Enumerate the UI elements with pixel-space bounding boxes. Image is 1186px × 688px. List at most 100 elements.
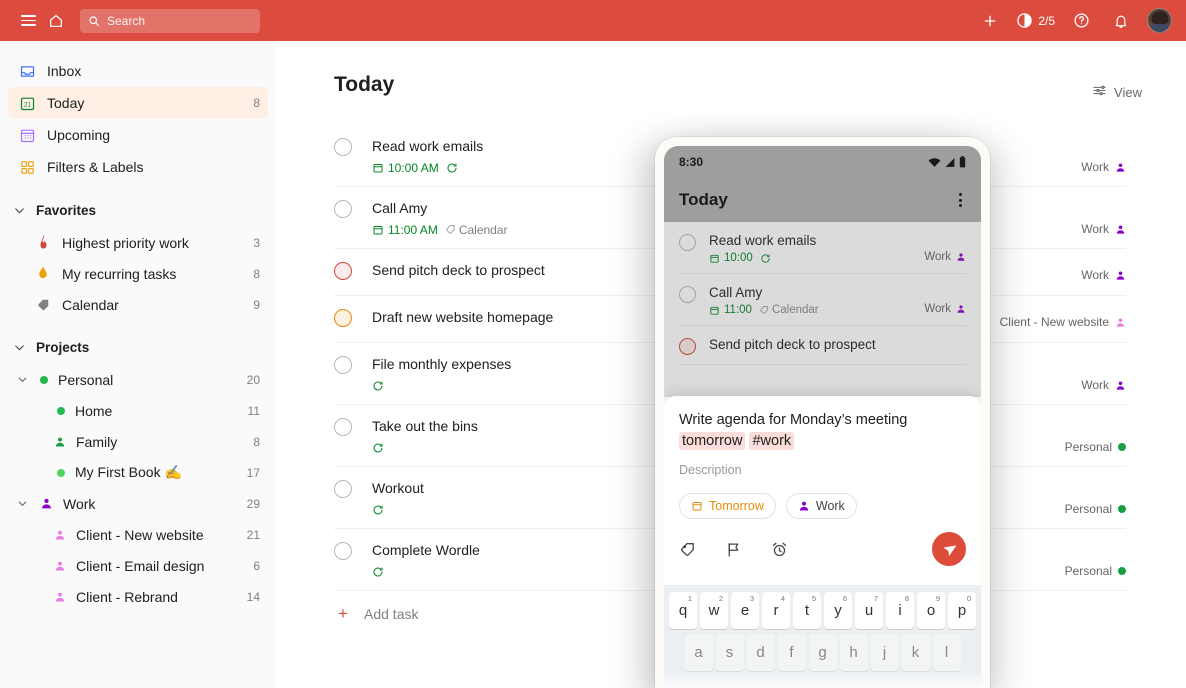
person-icon (1116, 271, 1125, 280)
task-project[interactable]: Work (1081, 268, 1126, 282)
send-button[interactable] (932, 532, 966, 566)
tag-icon[interactable] (679, 541, 696, 558)
projects-section-header[interactable]: Projects (8, 332, 268, 362)
sheet-chips: Tomorrow Work (679, 493, 966, 519)
sheet-action-bar (679, 532, 966, 566)
key-u[interactable]: 7u (855, 592, 883, 629)
task-project[interactable]: Personal (1065, 440, 1126, 454)
chevron-down-icon[interactable] (14, 498, 30, 509)
key-r[interactable]: 4r (762, 592, 790, 629)
sidebar-item-personal[interactable]: Personal 20 (8, 364, 268, 395)
task-checkbox[interactable] (334, 200, 352, 218)
key-i[interactable]: 8i (886, 592, 914, 629)
status-bar-time: 8:30 (679, 155, 704, 169)
task-input[interactable]: Write agenda for Monday’s meeting tomorr… (679, 410, 966, 452)
sidebar-item-filters-labels[interactable]: Filters & Labels (8, 151, 268, 183)
bell-icon[interactable] (1107, 7, 1135, 35)
task-checkbox[interactable] (334, 138, 352, 156)
favorites-section-header[interactable]: Favorites (8, 195, 268, 225)
calendar-icon (373, 163, 383, 172)
tag-icon (446, 225, 455, 234)
project-color-dot (40, 375, 48, 384)
sidebar-item-label: Filters & Labels (47, 159, 144, 175)
key-f[interactable]: f (777, 634, 806, 671)
sidebar-item-label: My First Book ✍️ (75, 464, 182, 480)
sidebar-item-today[interactable]: 21 Today 8 (8, 87, 268, 119)
sidebar-item-client-rebrand[interactable]: Client - Rebrand 14 (8, 581, 268, 612)
key-h[interactable]: h (839, 634, 868, 671)
chevron-down-icon[interactable] (14, 374, 30, 385)
quick-add-sheet: Write agenda for Monday’s meeting tomorr… (664, 396, 981, 688)
sidebar-item-label: Today (47, 95, 85, 111)
view-button-label: View (1114, 84, 1142, 100)
key-q[interactable]: 1q (669, 592, 697, 629)
key-t[interactable]: 5t (793, 592, 821, 629)
person-icon (1116, 225, 1125, 234)
hamburger-menu-icon[interactable] (14, 7, 42, 35)
task-checkbox[interactable] (334, 262, 352, 280)
sidebar-item-highest-priority-work[interactable]: Highest priority work 3 (8, 227, 268, 258)
key-j[interactable]: j (870, 634, 899, 671)
view-button[interactable]: View (1086, 79, 1148, 105)
project-color-dot (1118, 505, 1126, 513)
recurring-icon (372, 380, 384, 392)
task-project[interactable]: Personal (1065, 502, 1126, 516)
task-project[interactable]: Client - New website (1000, 315, 1126, 329)
kebab-menu-icon[interactable] (955, 189, 966, 211)
phone-page-title: Today (679, 190, 728, 209)
home-icon[interactable] (42, 7, 70, 35)
sidebar-item-family[interactable]: Family 8 (8, 426, 268, 457)
due-date-chip[interactable]: Tomorrow (679, 493, 776, 519)
sidebar-item-count: 17 (246, 465, 260, 480)
task-project[interactable]: Work (1081, 222, 1126, 236)
task-checkbox[interactable] (334, 542, 352, 560)
key-a[interactable]: a (684, 634, 713, 671)
key-s[interactable]: s (715, 634, 744, 671)
sidebar-item-client-new-website[interactable]: Client - New website 21 (8, 519, 268, 550)
sidebar-item-my-recurring-tasks[interactable]: My recurring tasks 8 (8, 258, 268, 289)
task-checkbox[interactable] (334, 418, 352, 436)
plus-icon[interactable] (976, 7, 1004, 35)
wifi-icon (928, 157, 941, 167)
key-e[interactable]: 3e (731, 592, 759, 629)
flag-icon[interactable] (725, 541, 742, 558)
key-l[interactable]: l (932, 634, 961, 671)
sidebar-item-calendar[interactable]: Calendar 9 (8, 289, 268, 320)
sidebar-item-work[interactable]: Work 29 (8, 488, 268, 519)
key-y[interactable]: 6y (824, 592, 852, 629)
project-chip[interactable]: Work (785, 493, 857, 519)
task-project[interactable]: Work (1081, 160, 1126, 174)
search-input[interactable]: Search (80, 8, 260, 33)
sidebar-item-label: Client - Rebrand (76, 588, 178, 605)
task-checkbox[interactable] (334, 480, 352, 498)
chevron-down-icon (10, 338, 28, 356)
task-checkbox[interactable] (334, 309, 352, 327)
phone-mockup: 8:30 Today Read work emails 10:00 Work C… (655, 137, 990, 688)
description-input[interactable]: Description (679, 463, 966, 477)
sidebar-item-upcoming[interactable]: Upcoming (8, 119, 268, 151)
tag-icon (34, 296, 52, 314)
sidebar-item-label: My recurring tasks (62, 265, 177, 282)
task-project[interactable]: Work (1081, 378, 1126, 392)
alarm-clock-icon[interactable] (771, 541, 788, 558)
recurring-icon (446, 162, 458, 174)
calendar-icon (692, 502, 702, 511)
key-g[interactable]: g (808, 634, 837, 671)
key-d[interactable]: d (746, 634, 775, 671)
question-mark-icon[interactable] (1067, 7, 1095, 35)
key-w[interactable]: 2w (700, 592, 728, 629)
key-o[interactable]: 9o (917, 592, 945, 629)
sidebar-item-my-first-book[interactable]: My First Book ✍️ 17 (8, 457, 268, 488)
key-k[interactable]: k (901, 634, 930, 671)
task-project[interactable]: Personal (1065, 564, 1126, 578)
person-icon (53, 526, 66, 544)
sidebar-item-home[interactable]: Home 11 (8, 395, 268, 426)
sidebar-item-label: Calendar (62, 296, 119, 313)
key-p[interactable]: 0p (948, 592, 976, 629)
productivity-meter[interactable]: 2/5 (1016, 12, 1055, 29)
task-checkbox[interactable] (334, 356, 352, 374)
sidebar-item-inbox[interactable]: Inbox (8, 55, 268, 87)
person-icon (799, 501, 808, 511)
avatar[interactable] (1147, 8, 1172, 33)
sidebar-item-client-email-design[interactable]: Client - Email design 6 (8, 550, 268, 581)
